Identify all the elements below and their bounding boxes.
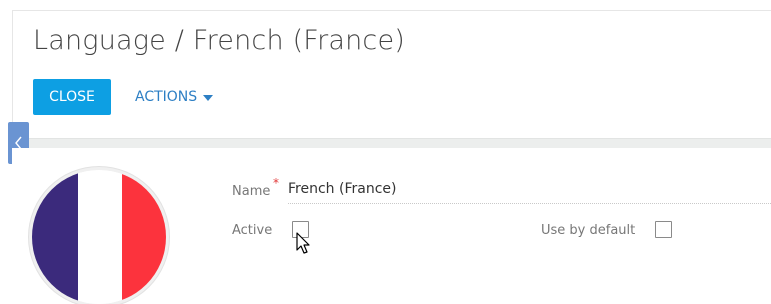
record-content: Name * French (France) Active Use by def…	[12, 148, 771, 304]
actions-label: ACTIONS	[135, 89, 198, 105]
actions-button[interactable]: ACTIONS	[135, 79, 214, 115]
name-field[interactable]: French (France)	[288, 181, 771, 204]
top-strip	[0, 0, 771, 10]
use-by-default-checkbox[interactable]	[655, 221, 672, 238]
page-header: Language / French (France) CLOSE ACTIONS	[12, 10, 771, 139]
close-button[interactable]: CLOSE	[33, 79, 111, 115]
active-label: Active	[232, 223, 273, 238]
mouse-cursor-icon	[296, 232, 310, 254]
flag-stripe-red	[122, 170, 166, 304]
name-label: Name	[232, 184, 271, 199]
language-flag-image	[32, 170, 166, 304]
flag-stripe-white	[78, 170, 122, 304]
flag-stripe-blue	[32, 170, 78, 304]
required-marker: *	[273, 176, 279, 190]
page-title: Language / French (France)	[33, 25, 406, 56]
use-by-default-label: Use by default	[541, 223, 636, 238]
caret-down-icon	[203, 95, 214, 101]
